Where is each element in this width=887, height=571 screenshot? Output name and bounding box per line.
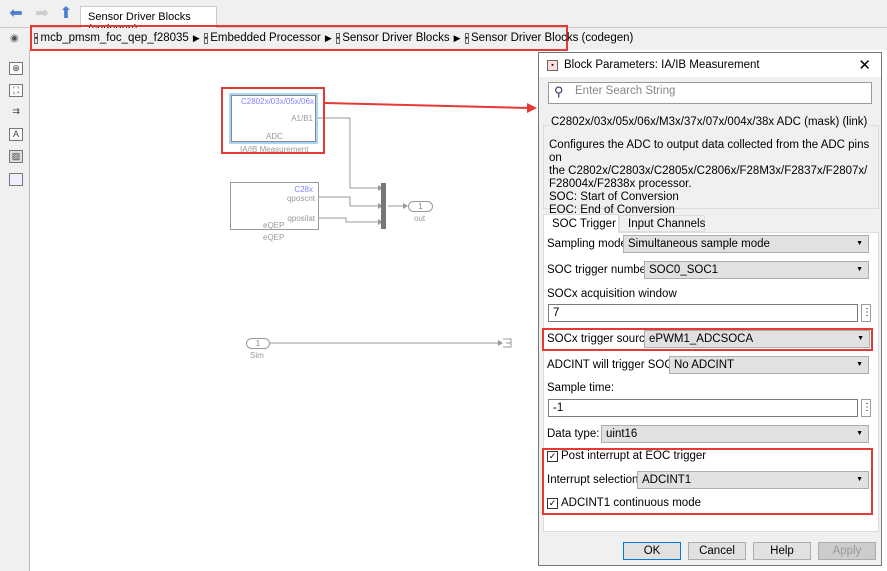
post-interrupt-label: Post interrupt at EOC trigger bbox=[561, 450, 707, 462]
outport-name: out bbox=[414, 214, 426, 223]
sampling-mode-label: Sampling mode bbox=[547, 238, 627, 250]
tab-soc-trigger[interactable]: SOC Trigger bbox=[543, 214, 619, 233]
inport-block[interactable]: 1 bbox=[246, 338, 270, 349]
description-line: SOC: Start of Conversion bbox=[549, 191, 679, 203]
adc-type: ADC bbox=[266, 132, 283, 141]
dialog-titlebar: ▪ Block Parameters: IA/IB Measurement ✕ bbox=[539, 53, 881, 77]
acq-window-label: SOCx acquisition window bbox=[547, 288, 677, 300]
eqep-port: qposilat bbox=[287, 214, 315, 223]
adc-device: C2802x/03x/05x/06x bbox=[241, 97, 314, 106]
eqep-block-name: eQEP bbox=[263, 233, 285, 242]
inport-name: Sim bbox=[250, 351, 264, 360]
adcint-trigger-select[interactable]: No ADCINT bbox=[669, 356, 869, 374]
sampling-mode-select[interactable]: Simultaneous sample mode bbox=[623, 235, 869, 253]
eqep-block[interactable]: C28x qposcnt qposilat eQEP bbox=[230, 182, 319, 230]
description-line: F28004x/F2838x processor. bbox=[549, 178, 692, 190]
soc-trigger-number-select[interactable]: SOC0_SOC1 bbox=[644, 261, 869, 279]
help-button[interactable]: Help bbox=[753, 542, 811, 560]
adc-port: A1/B1 bbox=[291, 114, 313, 123]
cancel-button[interactable]: Cancel bbox=[688, 542, 746, 560]
adc-block[interactable]: C2802x/03x/05x/06x A1/B1 ADC bbox=[229, 93, 318, 144]
trigger-source-select[interactable]: ePWM1_ADCSOCA bbox=[644, 330, 870, 348]
data-type-label: Data type: bbox=[547, 428, 600, 440]
continuous-mode-checkbox[interactable]: ✓ bbox=[547, 498, 558, 509]
adcint-trigger-label: ADCINT will trigger SOCx bbox=[547, 359, 679, 371]
interrupt-selection-select[interactable]: ADCINT1 bbox=[637, 471, 869, 489]
ok-button[interactable]: OK bbox=[623, 542, 681, 560]
continuous-mode-label: ADCINT1 continuous mode bbox=[561, 497, 701, 509]
description-line: Configures the ADC to output data collec… bbox=[549, 139, 870, 164]
block-parameters-dialog: ▪ Block Parameters: IA/IB Measurement ✕ … bbox=[538, 52, 882, 566]
terminator-block bbox=[503, 338, 512, 348]
acq-window-input[interactable]: 7 bbox=[548, 304, 858, 322]
group-title: C2802x/03x/05x/06x/M3x/37x/07x/004x/38x … bbox=[549, 116, 870, 128]
dialog-title: Block Parameters: IA/IB Measurement bbox=[564, 59, 760, 71]
search-input[interactable]: Enter Search String bbox=[548, 82, 872, 104]
close-icon[interactable]: ✕ bbox=[858, 56, 871, 74]
trigger-source-label: SOCx trigger source bbox=[547, 333, 652, 345]
eqep-type: eQEP bbox=[263, 221, 285, 230]
eqep-device: C28x bbox=[294, 185, 313, 194]
adc-block-name: IA/IB Measurement bbox=[240, 145, 309, 154]
post-interrupt-checkbox[interactable]: ✓ bbox=[547, 451, 558, 462]
more-options-icon[interactable]: ⋮ bbox=[861, 304, 872, 322]
description-line: the C2802x/C2803x/C2805x/C2806x/F28M3x/F… bbox=[549, 165, 868, 177]
apply-button[interactable]: Apply bbox=[818, 542, 876, 560]
outport-block[interactable]: 1 bbox=[408, 201, 433, 212]
interrupt-selection-label: Interrupt selection bbox=[547, 474, 639, 486]
more-options-icon[interactable]: ⋮ bbox=[861, 399, 872, 417]
sample-time-label: Sample time: bbox=[547, 382, 615, 394]
tab-input-channels[interactable]: Input Channels bbox=[619, 215, 705, 232]
data-type-select[interactable]: uint16 bbox=[601, 425, 869, 443]
search-icon: ⚲ bbox=[554, 84, 564, 99]
callout-arrow bbox=[324, 102, 531, 109]
block-icon: ▪ bbox=[547, 59, 558, 71]
eqep-port: qposcnt bbox=[286, 194, 315, 203]
soc-trigger-number-label: SOC trigger number bbox=[547, 264, 650, 276]
description: Configures the ADC to output data collec… bbox=[549, 139, 881, 217]
mux-block bbox=[381, 183, 386, 229]
sample-time-input[interactable]: -1 bbox=[548, 399, 858, 417]
